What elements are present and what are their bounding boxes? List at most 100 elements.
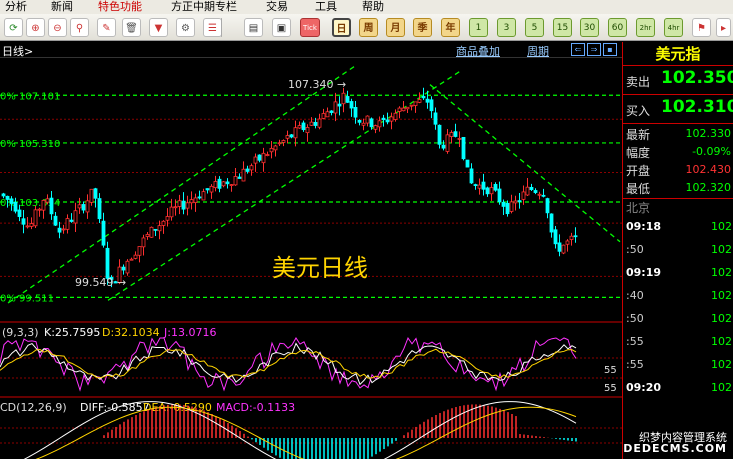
menu-item-analysis[interactable]: 分析 [5, 0, 27, 14]
list-icon[interactable]: ☰ [203, 18, 222, 37]
window-icon[interactable]: ▣ [272, 18, 291, 37]
candle-body [517, 200, 522, 203]
menu-item-news[interactable]: 新闻 [51, 0, 73, 14]
period-1min-button[interactable]: 1 [469, 18, 488, 37]
candle-body [541, 194, 546, 197]
price-chart[interactable]: 0% 107.1010% 105.3100% 103.0940% 99.511 … [0, 58, 622, 459]
candle-body [453, 131, 458, 137]
candle-body [169, 206, 174, 218]
kdj-lines: 55 55 [0, 336, 617, 394]
tick-time: 09:20 [626, 381, 662, 394]
pen-icon[interactable]: ✎ [97, 18, 116, 37]
tick-value: 102 [711, 381, 732, 394]
settings-icon[interactable]: ⚙ [176, 18, 195, 37]
candle-body [477, 184, 482, 189]
candle-body [277, 142, 282, 145]
candle-body [25, 225, 30, 228]
candle-body [333, 101, 338, 114]
candle-body [97, 198, 102, 220]
tick-value: 102 [711, 220, 732, 233]
period-label[interactable]: 日线> [2, 43, 33, 59]
period-2hr-button[interactable]: 2hr [636, 18, 655, 37]
tick-time: :50 [626, 312, 644, 325]
fib-label: 0% 105.310 [0, 139, 60, 150]
period-5min-button[interactable]: 5 [525, 18, 544, 37]
candle-body [1, 193, 6, 197]
period-day-button[interactable]: 日 [332, 18, 351, 37]
toolbar: ⟳ ⊕ ⊖ ⚲ ✎ 🗑 ▼ ⚙ ☰ ▤ ▣ Tick 日 周 月 季 年 1 3… [0, 14, 733, 41]
tick-time: :55 [626, 358, 644, 371]
candle-body [281, 140, 286, 143]
watermark: 织梦内容管理系统 DEDECMS.COM [623, 432, 727, 454]
menu-item-special[interactable]: 特色功能 [98, 0, 142, 14]
candle-body [357, 119, 362, 123]
cycle-link[interactable]: 周期 [527, 43, 549, 59]
low-price-label: 99.549 → [75, 276, 126, 289]
candle-body [549, 213, 554, 233]
menu-item-tools[interactable]: 工具 [315, 0, 337, 14]
candle-body [341, 92, 346, 105]
quote-stat-row: 最新 102.330 [623, 124, 733, 142]
list-view-icon[interactable]: ▤ [244, 18, 263, 37]
candle-body [149, 226, 154, 238]
more-icon[interactable]: ▸ [716, 18, 731, 37]
candle-body [233, 176, 238, 186]
candle-body [429, 99, 434, 112]
overlay-link[interactable]: 商品叠加 [456, 43, 500, 59]
buy-row[interactable]: 买入 102.310 [623, 95, 733, 124]
period-60min-button[interactable]: 60 [608, 18, 627, 37]
sell-value: 102.350 [661, 68, 733, 88]
menu-item-help[interactable]: 帮助 [362, 0, 384, 14]
candle-body [261, 152, 266, 164]
candle-body [5, 195, 10, 200]
trash-icon[interactable]: 🗑 [122, 18, 141, 37]
buy-value: 102.310 [661, 97, 733, 117]
chart-header: 日线> 商品叠加 周期 ⇐ ⇒ ▪ [0, 42, 622, 58]
tick-button[interactable]: Tick [300, 18, 320, 37]
period-4hr-button[interactable]: 4hr [664, 18, 683, 37]
sell-row[interactable]: 卖出 102.350 [623, 66, 733, 95]
candle-body [241, 168, 246, 182]
candle-body [337, 103, 342, 107]
period-week-button[interactable]: 周 [359, 18, 378, 37]
macd-macd-value: MACD:-0.1133 [216, 401, 295, 414]
chart-options-button[interactable]: ▪ [603, 43, 617, 56]
stat-label: 最新 [626, 128, 651, 142]
candle-body [369, 118, 374, 128]
candle-body [353, 106, 358, 118]
magnify-icon[interactable]: ⚲ [70, 18, 89, 37]
filter-icon[interactable]: ▼ [149, 18, 168, 37]
candle-body [409, 104, 414, 107]
candle-body [45, 198, 50, 203]
candle-body [485, 187, 490, 195]
period-30min-button[interactable]: 30 [580, 18, 599, 37]
candle-body [553, 229, 558, 245]
candle-body [69, 219, 74, 222]
candle-body [557, 242, 562, 252]
candle-body [185, 202, 190, 209]
flag-icon[interactable]: ⚑ [692, 18, 711, 37]
refresh-icon[interactable]: ⟳ [4, 18, 23, 37]
zoom-out-icon[interactable]: ⊖ [48, 18, 67, 37]
menu-item-column[interactable]: 方正中期专栏 [171, 0, 237, 14]
nav-right-button[interactable]: ⇒ [587, 43, 601, 56]
candle-body [325, 111, 330, 118]
candle-body [461, 136, 466, 160]
period-year-button[interactable]: 年 [441, 18, 460, 37]
candle-body [573, 235, 578, 238]
nav-left-button[interactable]: ⇐ [571, 43, 585, 56]
tick-row: :55 102 [623, 331, 733, 354]
chart-area[interactable]: 0% 107.101 0% 105.310 0% 103.094 0% 99.511 … [0, 58, 622, 459]
candle-body [301, 122, 306, 131]
period-month-button[interactable]: 月 [386, 18, 405, 37]
menu-item-trade[interactable]: 交易 [266, 0, 288, 14]
kdj-k-value: K:25.7595 [44, 326, 100, 339]
candle-body [29, 223, 34, 227]
candle-body [449, 132, 454, 137]
period-quarter-button[interactable]: 季 [413, 18, 432, 37]
period-3min-button[interactable]: 3 [497, 18, 516, 37]
period-15min-button[interactable]: 15 [553, 18, 572, 37]
tick-value: 102 [711, 243, 732, 256]
candle-body [253, 156, 258, 164]
zoom-in-icon[interactable]: ⊕ [26, 18, 45, 37]
